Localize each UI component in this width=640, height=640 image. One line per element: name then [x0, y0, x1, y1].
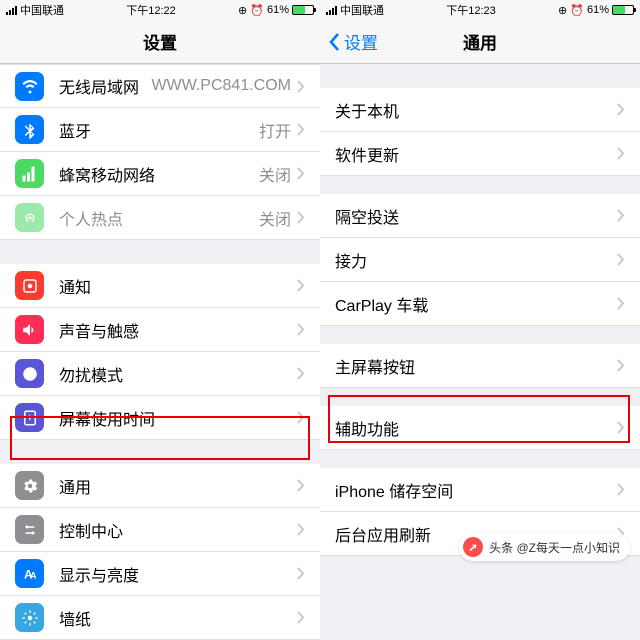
chevron-icon [297, 167, 305, 180]
cell-item[interactable]: 软件更新 [320, 132, 640, 176]
cell-display[interactable]: AA 显示与亮度 [0, 552, 320, 596]
status-time: 下午12:23 [446, 2, 496, 18]
chevron-icon [297, 479, 305, 492]
cell-label: 控制中心 [59, 518, 297, 542]
cell-item[interactable]: iPhone 储存空间 [320, 468, 640, 512]
battery-icon [612, 5, 634, 15]
nav-bar: 设置 通用 [320, 20, 640, 64]
cell-sound[interactable]: 声音与触感 [0, 308, 320, 352]
chevron-icon [617, 253, 625, 266]
cell-label: 主屏幕按钮 [335, 354, 617, 378]
notification-icon [15, 271, 44, 300]
chevron-icon [617, 147, 625, 160]
cell-label: 关于本机 [335, 98, 617, 122]
cell-value: 关闭 [259, 162, 291, 186]
cell-item[interactable]: 关于本机 [320, 88, 640, 132]
cell-label: 辅助功能 [335, 416, 617, 440]
chevron-icon [617, 297, 625, 310]
carrier: 中国联通 [340, 2, 384, 18]
wifi-icon [15, 72, 44, 101]
cell-value: 打开 [259, 118, 291, 142]
back-button[interactable]: 设置 [328, 29, 378, 54]
battery-icon [292, 5, 314, 15]
status-time: 下午12:22 [126, 2, 176, 18]
alarm-icon: ⊕ ⏰ [558, 4, 584, 17]
chevron-icon [297, 211, 305, 224]
signal-icon [6, 6, 17, 15]
status-bar: 中国联通 下午12:23 ⊕ ⏰61% [320, 0, 640, 20]
control-icon [15, 515, 44, 544]
cell-value: 关闭 [259, 206, 291, 230]
watermark-icon: ➚ [463, 537, 483, 557]
alarm-icon: ⊕ ⏰ [238, 4, 264, 17]
chevron-icon [297, 523, 305, 536]
cell-label: 个人热点 [59, 206, 259, 230]
cell-label: 接力 [335, 248, 617, 272]
cell-label: 显示与亮度 [59, 562, 297, 586]
cell-wifi[interactable]: 无线局域网 WWW.PC841.COM [0, 64, 320, 108]
nav-bar: 设置 [0, 20, 320, 64]
cell-label: 声音与触感 [59, 318, 297, 342]
chevron-icon [617, 421, 625, 434]
chevron-icon [297, 611, 305, 624]
cell-bluetooth[interactable]: 蓝牙 打开 [0, 108, 320, 152]
cell-value: WWW.PC841.COM [151, 77, 291, 95]
watermark: ➚ 头条 @Z每天一点小知识 [459, 533, 630, 561]
svg-text:A: A [30, 570, 37, 580]
battery-percent: 61% [587, 4, 609, 16]
cell-label: 墙纸 [59, 606, 297, 630]
cell-item[interactable]: 接力 [320, 238, 640, 282]
cell-notification[interactable]: 通知 [0, 264, 320, 308]
hotspot-icon [15, 203, 44, 232]
cell-wallpaper[interactable]: 墙纸 [0, 596, 320, 640]
carrier: 中国联通 [20, 2, 64, 18]
cell-label: 无线局域网 [59, 74, 151, 98]
cell-item[interactable]: 主屏幕按钮 [320, 344, 640, 388]
page-title: 设置 [143, 29, 177, 54]
chevron-icon [297, 367, 305, 380]
sound-icon [15, 315, 44, 344]
dnd-icon [15, 359, 44, 388]
chevron-icon [297, 279, 305, 292]
cell-label: 通用 [59, 474, 297, 498]
chevron-icon [297, 411, 305, 424]
chevron-icon [617, 209, 625, 222]
cell-label: CarPlay 车载 [335, 292, 617, 316]
cell-label: iPhone 储存空间 [335, 478, 617, 502]
cellular-icon [15, 159, 44, 188]
cell-item[interactable]: 辅助功能 [320, 406, 640, 450]
cell-label: 通知 [59, 274, 297, 298]
cell-dnd[interactable]: 勿扰模式 [0, 352, 320, 396]
bluetooth-icon [15, 115, 44, 144]
battery-percent: 61% [267, 4, 289, 16]
chevron-icon [617, 103, 625, 116]
chevron-icon [297, 80, 305, 93]
chevron-icon [617, 359, 625, 372]
cell-label: 隔空投送 [335, 204, 617, 228]
cell-control[interactable]: 控制中心 [0, 508, 320, 552]
chevron-icon [297, 123, 305, 136]
signal-icon [326, 6, 337, 15]
screentime-icon [15, 403, 44, 432]
cell-item[interactable]: 隔空投送 [320, 194, 640, 238]
cell-label: 软件更新 [335, 142, 617, 166]
cell-hotspot[interactable]: 个人热点 关闭 [0, 196, 320, 240]
general-icon [15, 471, 44, 500]
cell-label: 勿扰模式 [59, 362, 297, 386]
display-icon: AA [15, 559, 44, 588]
page-title: 通用 [463, 29, 497, 54]
cell-label: 蓝牙 [59, 118, 259, 142]
wallpaper-icon [15, 603, 44, 632]
chevron-icon [617, 483, 625, 496]
cell-cellular[interactable]: 蜂窝移动网络 关闭 [0, 152, 320, 196]
cell-screentime[interactable]: 屏幕使用时间 [0, 396, 320, 440]
chevron-icon [297, 323, 305, 336]
cell-label: 屏幕使用时间 [59, 406, 297, 430]
status-bar: 中国联通 下午12:22 ⊕ ⏰61% [0, 0, 320, 20]
cell-label: 蜂窝移动网络 [59, 162, 259, 186]
cell-item[interactable]: CarPlay 车载 [320, 282, 640, 326]
cell-general[interactable]: 通用 [0, 464, 320, 508]
